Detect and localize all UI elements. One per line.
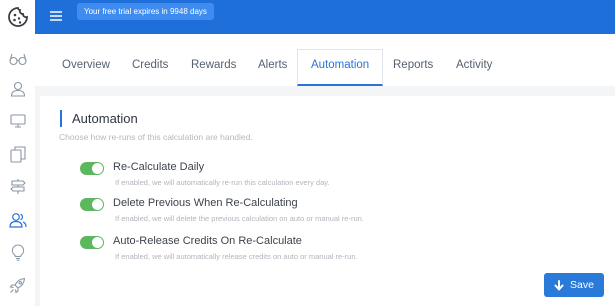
- tab-reports[interactable]: Reports: [393, 49, 433, 86]
- recalculate-daily-toggle[interactable]: [80, 162, 104, 175]
- tab-credits[interactable]: Credits: [132, 49, 168, 86]
- hamburger-menu-icon[interactable]: [48, 8, 64, 24]
- tab-overview[interactable]: Overview: [62, 49, 110, 86]
- tab-alerts[interactable]: Alerts: [258, 49, 287, 86]
- option-help-text: If enabled, we will automatically re-run…: [115, 178, 330, 187]
- documents-icon[interactable]: [0, 140, 35, 168]
- option-help-text: If enabled, we will delete the previous …: [115, 214, 364, 223]
- option-label: Delete Previous When Re-Calculating: [113, 197, 298, 209]
- save-button-label: Save: [570, 279, 594, 291]
- save-button[interactable]: Save: [544, 273, 604, 297]
- tab-rewards[interactable]: Rewards: [191, 49, 236, 86]
- tab-automation[interactable]: Automation: [297, 49, 384, 86]
- toggle-knob: [92, 163, 103, 174]
- delete-previous-toggle[interactable]: [80, 198, 104, 211]
- option-label: Re-Calculate Daily: [113, 161, 205, 173]
- option-help-text: If enabled, we will automatically releas…: [115, 252, 358, 261]
- lightbulb-icon[interactable]: [0, 238, 35, 266]
- option-recalculate-daily: Re-Calculate Daily If enabled, we will a…: [80, 161, 600, 202]
- sidebar: [0, 0, 35, 306]
- section-accent-bar: [60, 110, 62, 127]
- glasses-icon[interactable]: [0, 45, 35, 73]
- option-delete-previous: Delete Previous When Re-Calculating If e…: [80, 197, 600, 238]
- trial-expiry-badge[interactable]: Your free trial expires in 9948 days: [77, 3, 214, 20]
- arrow-down-icon: [554, 279, 564, 290]
- users-icon[interactable]: [0, 206, 35, 234]
- rocket-icon[interactable]: [0, 271, 35, 299]
- section-title: Automation: [72, 111, 138, 126]
- monitor-icon[interactable]: [0, 107, 35, 135]
- toggle-knob: [92, 199, 103, 210]
- signpost-icon[interactable]: [0, 172, 35, 200]
- tabs-bar: Overview Credits Rewards Alerts Automati…: [35, 34, 615, 86]
- option-label: Auto-Release Credits On Re-Calculate: [113, 235, 302, 247]
- option-auto-release-credits: Auto-Release Credits On Re-Calculate If …: [80, 235, 600, 276]
- cookie-logo-icon[interactable]: [0, 0, 35, 34]
- tab-activity[interactable]: Activity: [456, 49, 492, 86]
- user-icon[interactable]: [0, 75, 35, 103]
- automation-panel: Automation Choose how re-runs of this ca…: [40, 96, 615, 306]
- toggle-knob: [92, 237, 103, 248]
- top-bar: Your free trial expires in 9948 days: [35, 0, 615, 34]
- section-subtitle: Choose how re-runs of this calculation a…: [59, 132, 253, 142]
- auto-release-credits-toggle[interactable]: [80, 236, 104, 249]
